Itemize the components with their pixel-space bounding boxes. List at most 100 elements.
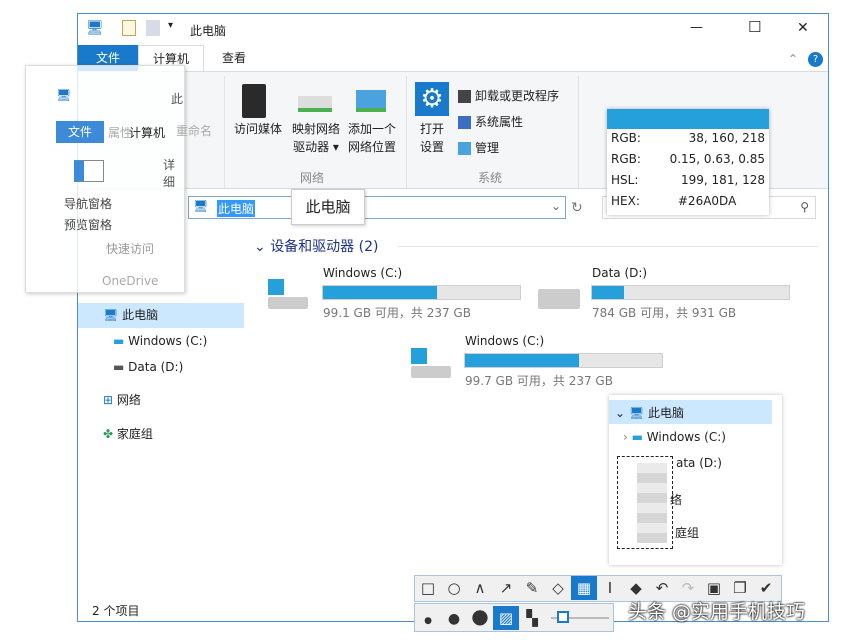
color-value: 38, 160, 218 (688, 131, 765, 145)
text-tool-icon[interactable]: I (597, 576, 623, 600)
mosaic-pattern-icon[interactable]: ▨ (493, 606, 519, 630)
computer-icon: 🖥 (103, 308, 123, 322)
line-tool-icon[interactable]: ∧ (467, 576, 493, 600)
mosaic-size-icon: ▚ (526, 609, 538, 627)
color-value: 199, 181, 128 (681, 173, 765, 187)
computer-icon: 🖥 (193, 199, 209, 213)
drive-usage-bar (591, 285, 790, 300)
mag-item: ata (D:) (676, 456, 722, 470)
new-folder-icon[interactable] (146, 20, 160, 36)
drive-info: 99.7 GB 可用，共 237 GB (465, 374, 613, 388)
customize-toolbar-icon[interactable]: ▾ (168, 20, 173, 31)
drive-name[interactable]: Windows (C:) (465, 334, 544, 348)
network-location-icon (356, 90, 386, 112)
access-media-button[interactable]: 访问媒体 (228, 120, 288, 138)
status-item-count: 2 个项目 (92, 604, 140, 618)
open-settings-button[interactable]: 打开 设置 (412, 120, 452, 156)
color-value: #26A0DA (677, 194, 737, 208)
nav-item-network[interactable]: ⊞ 网络 (103, 388, 141, 412)
ghost-quick-access: 快速访问 (106, 242, 155, 256)
manage-button[interactable]: 管理 (458, 139, 499, 156)
properties-icon[interactable] (122, 20, 136, 36)
brush-options-toolbar: ● ● ● ▨ ▚ (414, 603, 614, 632)
magnifier-popup: ⌄ 🖥 此电脑 › ▬ Windows (C:) ata (D:) 络 庭组 (609, 395, 782, 565)
add-network-location-button[interactable]: 添加一个 网络位置 (342, 120, 402, 156)
ghost-onedrive: OneDrive (102, 274, 159, 288)
drive-usage-fill (592, 286, 624, 299)
nav-item-homegroup[interactable]: ✤ 家庭组 (103, 422, 153, 446)
map-drive-button[interactable]: 映射网络 驱动器 ▾ (286, 120, 346, 156)
color-label: RGB: (611, 152, 641, 166)
color-row: RGB: 0.15, 0.63, 0.85 (607, 150, 769, 171)
drive-icon: ▬ (113, 334, 129, 348)
drive-c-icon[interactable] (411, 348, 453, 380)
refresh-icon[interactable]: ↻ (571, 200, 583, 216)
address-dropdown-icon[interactable]: ⌄ (551, 199, 561, 213)
color-label: RGB: (611, 131, 641, 145)
drive-name[interactable]: Windows (C:) (323, 266, 402, 280)
nav-item-this-pc[interactable]: 🖥 此电脑 (103, 303, 158, 327)
ellipse-tool-icon[interactable]: ○ (441, 576, 467, 600)
color-label: HEX: (611, 194, 640, 208)
address-tooltip: 此电脑 (291, 189, 365, 225)
drive-icon: ▬ (631, 430, 647, 444)
color-row: HSL: 199, 181, 128 (607, 171, 769, 192)
map-drive-icon (298, 96, 332, 112)
ghost-tab-computer: 计算机 (129, 126, 166, 140)
chevron-down-icon: ⌄ (254, 239, 271, 255)
color-swatch (607, 109, 769, 129)
settings-gear-icon: ⚙ (415, 82, 449, 116)
rectangle-tool-icon[interactable]: □ (415, 576, 441, 600)
mosaic-area (637, 463, 667, 543)
drive-info: 784 GB 可用，共 931 GB (592, 306, 737, 320)
section-divider (398, 246, 818, 247)
nav-item-data-d[interactable]: ▬ Data (D:) (113, 355, 183, 379)
address-bar[interactable]: 🖥 此电脑 ⌄ (188, 196, 566, 219)
help-icon[interactable]: ? (808, 52, 823, 67)
drive-d-icon[interactable] (538, 289, 580, 309)
network-icon: ⊞ (103, 393, 117, 407)
size-small-icon[interactable]: ● (415, 609, 441, 633)
size-medium-icon[interactable]: ● (441, 607, 467, 631)
drive-usage-bar (322, 285, 521, 300)
maximize-button[interactable]: ☐ (748, 18, 761, 36)
nav-pane-icon (74, 160, 104, 182)
system-properties-icon (458, 116, 471, 129)
color-row: HEX: #26A0DA (607, 192, 769, 213)
mosaic-slider-thumb[interactable] (557, 611, 569, 623)
section-header[interactable]: ⌄ 设备和驱动器 (2) (254, 236, 378, 256)
drive-info: 99.1 GB 可用，共 237 GB (323, 306, 471, 320)
size-large-icon[interactable]: ● (467, 604, 493, 628)
collapse-ribbon-icon[interactable]: ⌃ (788, 52, 798, 66)
nav-item-windows-c[interactable]: ▬ Windows (C:) (113, 329, 207, 353)
media-icon (242, 84, 266, 118)
color-row: RGB: 38, 160, 218 (607, 129, 769, 150)
watermark: 头条 @实用手机技巧 (628, 601, 806, 623)
ghost-tab-file: 文件 (56, 121, 104, 143)
search-icon: ⚲ (800, 200, 809, 214)
uninstall-icon (458, 90, 471, 103)
drive-usage-fill (323, 286, 438, 299)
uninstall-button[interactable]: 卸载或更改程序 (458, 87, 559, 104)
ghost-nav-pane: 导航窗格 (64, 197, 113, 211)
chevron-right-icon: › (623, 430, 632, 444)
minimize-button[interactable]: — (690, 20, 703, 35)
system-properties-button[interactable]: 系统属性 (458, 113, 523, 130)
computer-icon: 🖥 (86, 20, 104, 36)
mosaic-tool-icon[interactable]: ▦ (571, 576, 597, 600)
ghost-preview-pane: 预览窗格 (64, 218, 113, 232)
network-group-label: 网络 (300, 171, 325, 185)
drive-c-icon[interactable] (268, 279, 310, 311)
drive-icon: ▬ (113, 360, 129, 374)
tab-view[interactable]: 查看 (208, 45, 260, 71)
mag-item: 庭组 (675, 526, 700, 540)
window-title: 此电脑 (190, 24, 227, 38)
drive-usage-bar (464, 353, 663, 368)
manage-icon (458, 142, 471, 155)
highlighter-tool-icon[interactable]: ◇ (545, 576, 571, 600)
drive-name[interactable]: Data (D:) (592, 266, 647, 280)
close-button[interactable]: ✕ (797, 20, 809, 36)
arrow-tool-icon[interactable]: ↗ (493, 576, 519, 600)
system-group-label: 系统 (478, 171, 503, 185)
pencil-tool-icon[interactable]: ✎ (519, 576, 545, 600)
